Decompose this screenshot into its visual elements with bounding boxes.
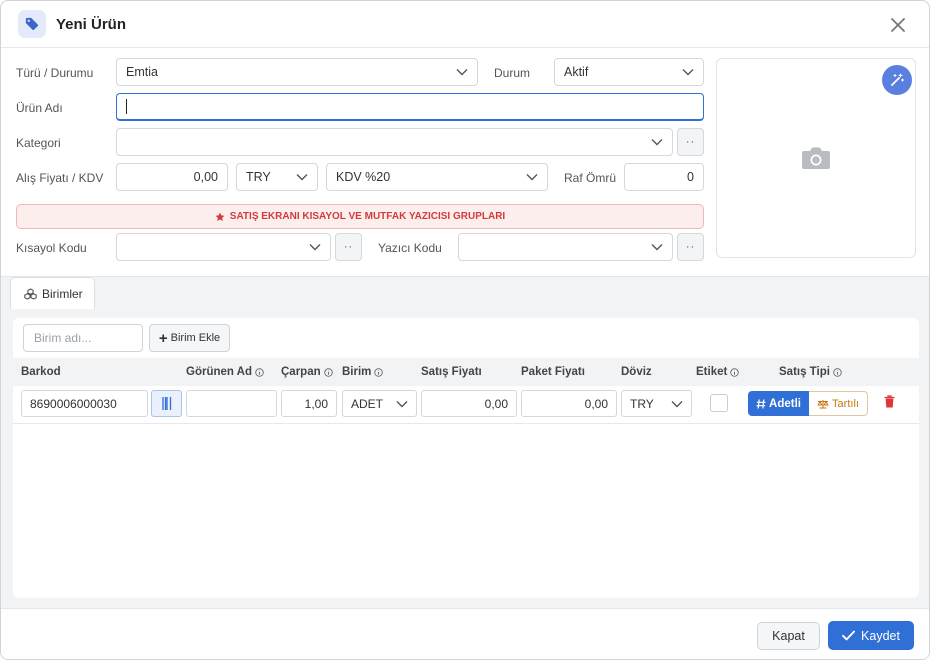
unit-select[interactable]: ADET (342, 390, 417, 417)
save-label: Kaydet (861, 628, 900, 643)
barcode-generate-button[interactable] (151, 390, 182, 417)
units-section: Birimler Birim adı... + Birim Ekle Barko… (1, 276, 929, 608)
multiplier-input[interactable]: 1,00 (281, 390, 337, 417)
row-currency-select[interactable]: TRY (621, 390, 692, 417)
info-icon (730, 367, 740, 377)
chevron-down-icon (682, 69, 694, 76)
units-table-header: Barkod Görünen Ad Çarpan Birim Satış Fiy… (13, 358, 919, 386)
chevron-down-icon (296, 174, 308, 181)
col-package-price: Paket Fiyatı (521, 366, 585, 378)
vat-select[interactable]: KDV %20 (326, 163, 548, 191)
info-icon (323, 367, 333, 377)
unit-name-input[interactable]: Birim adı... (23, 324, 143, 352)
row-currency-value: TRY (630, 396, 654, 411)
chevron-down-icon (526, 174, 538, 181)
barcode-input[interactable]: 8690006000030 (21, 390, 148, 417)
purchase-label: Alış Fiyatı / KDV (16, 171, 104, 185)
check-icon (842, 630, 855, 641)
shortcut-more-button[interactable]: ·· (335, 233, 362, 261)
shortcut-label: Kısayol Kodu (16, 241, 87, 255)
units-panel: Birim adı... + Birim Ekle Barkod Görünen… (13, 318, 919, 598)
chevron-down-icon (456, 69, 468, 76)
category-more-button[interactable]: ·· (677, 128, 704, 156)
vat-select-value: KDV %20 (336, 170, 391, 184)
shortcut-groups-banner: SATIŞ EKRANI KISAYOL VE MUTFAK YAZICISI … (16, 204, 704, 229)
status-label: Durum (494, 66, 531, 80)
sale-type-weighed-button[interactable]: Tartılı (809, 391, 868, 416)
camera-icon (802, 147, 830, 169)
status-select-value: Aktif (564, 65, 589, 79)
chevron-down-icon (396, 400, 408, 407)
currency-select[interactable]: TRY (236, 163, 318, 191)
col-sale-price: Satış Fiyatı (421, 366, 482, 378)
status-select[interactable]: Aktif (554, 58, 704, 86)
package-price-input[interactable]: 0,00 (521, 390, 617, 417)
dialog-footer: Kapat Kaydet (1, 608, 929, 659)
info-icon (374, 367, 384, 377)
chevron-down-icon (651, 244, 663, 251)
name-label: Ürün Adı (16, 101, 63, 115)
add-unit-label: Birim Ekle (170, 332, 221, 344)
printer-select[interactable] (458, 233, 673, 261)
plus-icon: + (158, 329, 168, 347)
shortcut-select[interactable] (116, 233, 331, 261)
sale-type-counted-label: Adetli (769, 397, 801, 410)
save-button[interactable]: Kaydet (828, 621, 914, 650)
col-unit: Birim (342, 366, 384, 378)
chevron-down-icon (671, 400, 683, 407)
category-select[interactable] (116, 128, 673, 156)
display-name-input[interactable] (186, 390, 277, 417)
col-label: Etiket (696, 366, 740, 378)
text-caret (126, 99, 127, 114)
type-select-value: Emtia (126, 65, 158, 79)
cubes-icon (24, 287, 37, 300)
close-icon[interactable] (887, 14, 909, 36)
barcode-icon (161, 397, 171, 410)
sale-type-weighed-label: Tartılı (832, 397, 859, 410)
hash-icon (756, 398, 766, 409)
product-photo-area[interactable] (716, 58, 916, 258)
chevron-down-icon (309, 244, 321, 251)
col-barcode: Barkod (21, 366, 61, 378)
tab-units-label: Birimler (42, 286, 83, 301)
dialog-header: Yeni Ürün (1, 1, 929, 48)
info-icon (255, 367, 264, 377)
close-button[interactable]: Kapat (757, 622, 820, 650)
category-label: Kategori (16, 136, 61, 150)
shelf-life-input[interactable]: 0 (624, 163, 704, 191)
tab-units[interactable]: Birimler (10, 277, 95, 309)
product-name-input[interactable] (116, 93, 704, 121)
shelf-life-value: 0 (687, 170, 694, 184)
banner-text: SATIŞ EKRANI KISAYOL VE MUTFAK YAZICISI … (229, 211, 506, 222)
sale-price-input[interactable]: 0,00 (421, 390, 517, 417)
col-multiplier: Çarpan (281, 366, 333, 378)
purchase-price-value: 0,00 (193, 170, 218, 184)
chevron-down-icon (651, 139, 663, 146)
printer-more-button[interactable]: ·· (677, 233, 704, 261)
col-sale-type: Satış Tipi (779, 366, 842, 378)
col-currency: Döviz (621, 366, 652, 378)
tag-icon (18, 10, 46, 38)
star-icon (215, 212, 225, 221)
sale-type-toggle: Adetli Tartılı (748, 391, 868, 416)
magic-wand-icon[interactable] (882, 65, 912, 95)
sale-type-counted-button[interactable]: Adetli (748, 391, 809, 416)
trash-icon[interactable] (884, 395, 895, 408)
new-product-dialog: Yeni Ürün Türü / Durumu Emtia Durum Akti… (0, 0, 930, 660)
label-checkbox[interactable] (710, 394, 728, 412)
printer-label: Yazıcı Kodu (378, 241, 442, 255)
scale-icon (817, 399, 829, 408)
unit-select-value: ADET (351, 396, 384, 411)
type-status-label: Türü / Durumu (16, 66, 94, 80)
add-unit-button[interactable]: + Birim Ekle (149, 324, 230, 352)
purchase-price-input[interactable]: 0,00 (116, 163, 228, 191)
table-row: 8690006000030 1,00 ADET 0,00 0,00 TRY Ad… (13, 386, 919, 424)
info-icon (833, 367, 842, 377)
shelf-life-label: Raf Ömrü (564, 171, 617, 185)
col-display-name: Görünen Ad (186, 366, 264, 378)
type-select[interactable]: Emtia (116, 58, 478, 86)
currency-select-value: TRY (246, 170, 271, 184)
dialog-title: Yeni Ürün (56, 16, 127, 33)
